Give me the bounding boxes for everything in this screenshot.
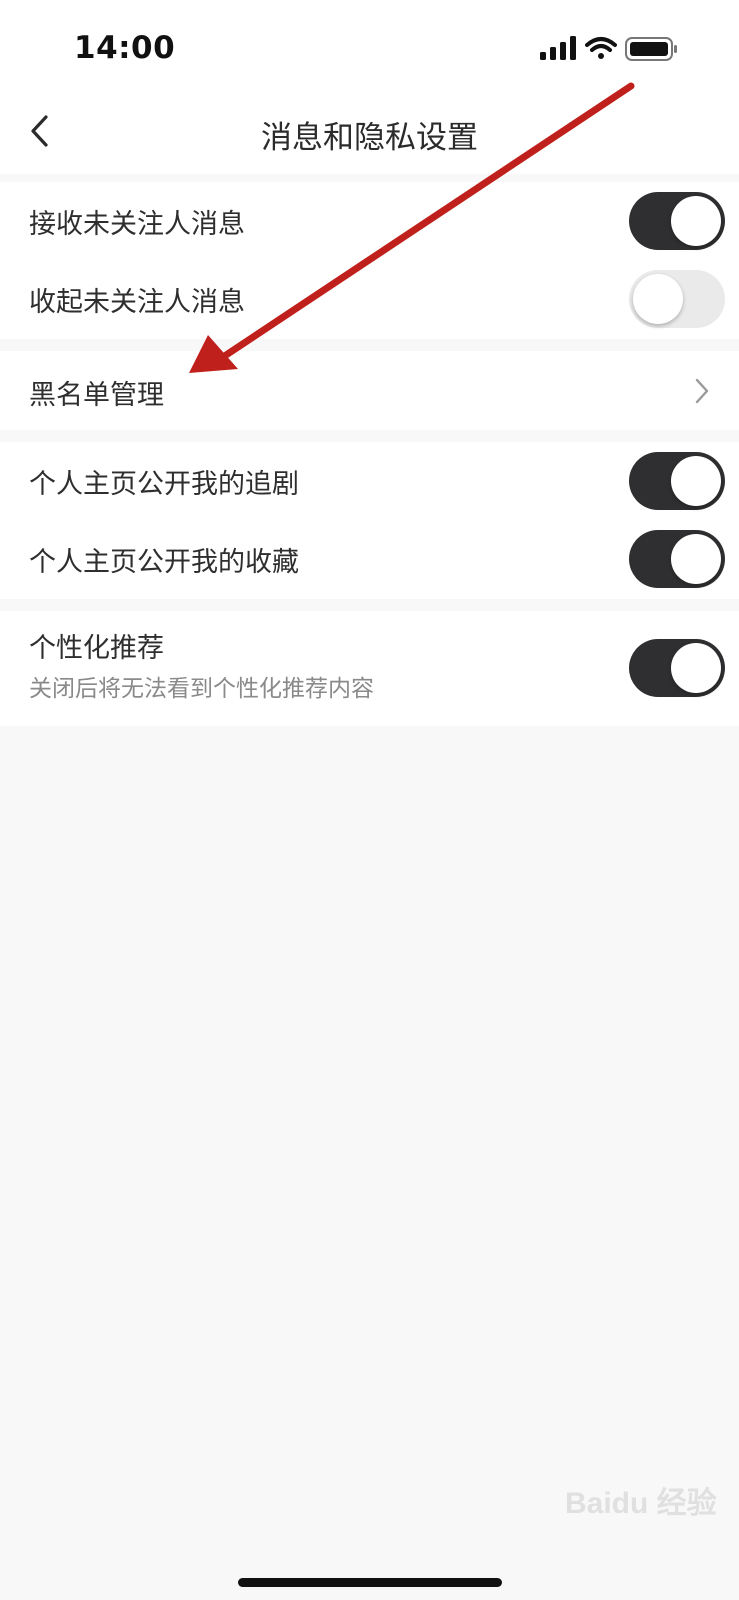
setting-label: 个人主页公开我的追剧 xyxy=(29,469,299,500)
setting-sublabel: 关闭后将无法看到个性化推荐内容 xyxy=(29,676,374,702)
settings-group-profile: 个人主页公开我的追剧 个人主页公开我的收藏 xyxy=(0,442,739,599)
setting-label: 收起未关注人消息 xyxy=(29,287,245,318)
setting-label: 个性化推荐 xyxy=(29,633,164,664)
public-dramas-toggle[interactable] xyxy=(629,452,725,510)
setting-row-public-dramas: 个人主页公开我的追剧 xyxy=(0,442,739,520)
setting-row-personalized-recommendation: 个性化推荐 关闭后将无法看到个性化推荐内容 xyxy=(0,611,739,726)
settings-group-recommendation: 个性化推荐 关闭后将无法看到个性化推荐内容 xyxy=(0,611,739,726)
settings-group-messages: 接收未关注人消息 收起未关注人消息 xyxy=(0,182,739,339)
toggle-knob xyxy=(671,196,721,246)
nav-bar: 消息和隐私设置 xyxy=(0,92,739,174)
setting-row-blacklist[interactable]: 黑名单管理 xyxy=(0,351,739,430)
cellular-signal-icon xyxy=(540,36,576,60)
collapse-unfollowed-toggle[interactable] xyxy=(629,270,725,328)
toggle-knob xyxy=(671,643,721,693)
toggle-knob xyxy=(671,456,721,506)
home-indicator xyxy=(238,1578,502,1587)
setting-row-public-favorites: 个人主页公开我的收藏 xyxy=(0,520,739,599)
status-bar: 14:00 xyxy=(0,0,739,92)
chevron-right-icon xyxy=(695,378,709,404)
setting-label: 个人主页公开我的收藏 xyxy=(29,547,299,578)
setting-row-collapse-unfollowed: 收起未关注人消息 xyxy=(0,260,739,339)
wifi-icon xyxy=(585,37,617,59)
setting-row-receive-unfollowed: 接收未关注人消息 xyxy=(0,182,739,260)
setting-label: 黑名单管理 xyxy=(29,380,164,411)
public-favorites-toggle[interactable] xyxy=(629,530,725,588)
status-icons xyxy=(540,34,690,64)
watermark: Baidu 经验 xyxy=(565,1487,717,1520)
settings-group-blacklist: 黑名单管理 xyxy=(0,351,739,430)
toggle-knob xyxy=(633,274,683,324)
toggle-knob xyxy=(671,534,721,584)
page-title: 消息和隐私设置 xyxy=(261,120,478,156)
battery-icon xyxy=(625,37,677,61)
personalized-recommendation-toggle[interactable] xyxy=(629,639,725,697)
setting-label: 接收未关注人消息 xyxy=(29,209,245,240)
receive-unfollowed-toggle[interactable] xyxy=(629,192,725,250)
status-time: 14:00 xyxy=(74,30,176,66)
